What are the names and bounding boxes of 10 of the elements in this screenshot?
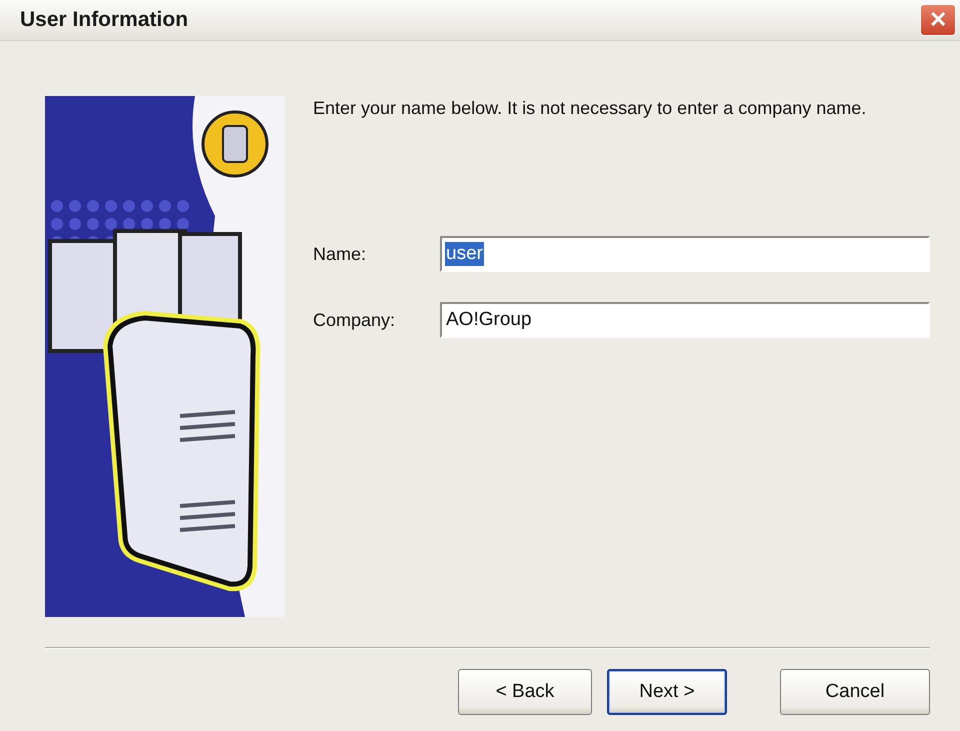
window-title: User Information — [20, 8, 188, 32]
field-label: Company: — [313, 310, 396, 330]
dialog-button[interactable]: < Back — [458, 669, 592, 715]
dialog-button[interactable]: Cancel — [780, 669, 930, 715]
field-label: Name: — [313, 244, 368, 264]
instruction-text: Enter your name below. It is not necessary to enter a company name. — [313, 97, 868, 120]
close-button[interactable]: ✕ — [920, 4, 956, 36]
dialog-button[interactable]: Next > — [607, 669, 727, 715]
input-field[interactable]: AO!Group — [440, 302, 930, 338]
input-field[interactable]: user — [440, 236, 930, 272]
